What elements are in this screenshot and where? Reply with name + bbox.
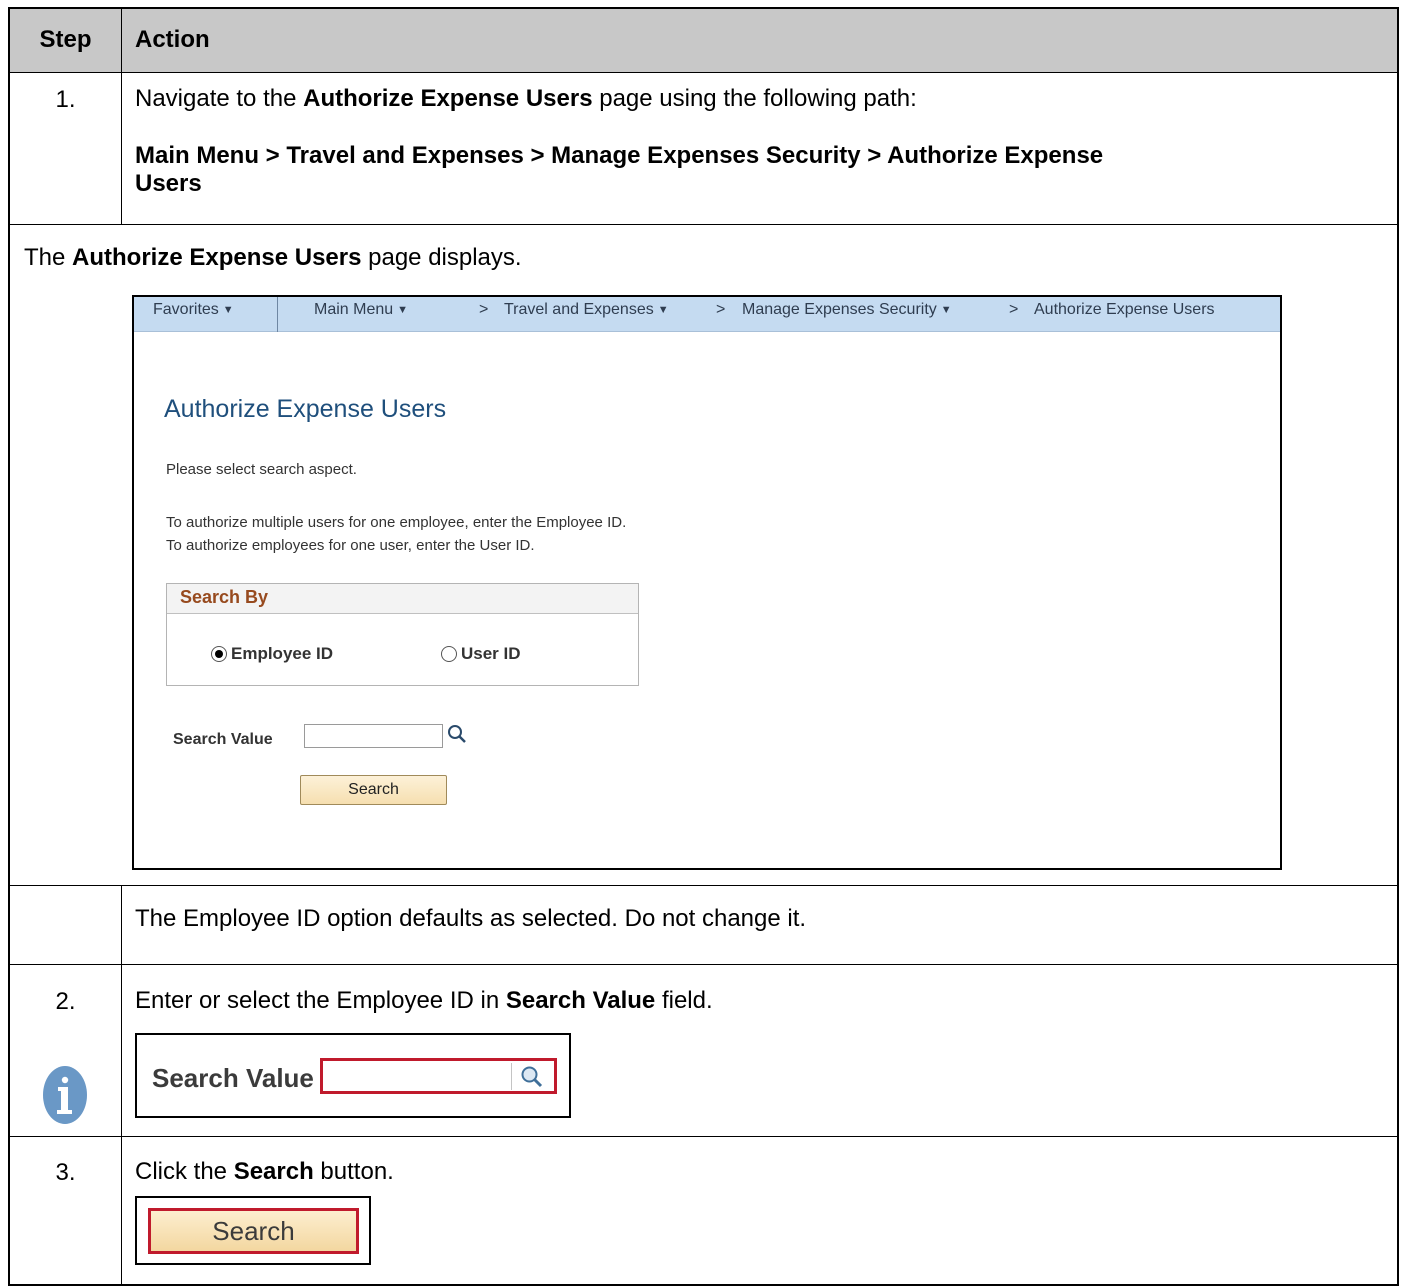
instruction-bold: Search [233, 1158, 314, 1185]
instruction-text: Click the [135, 1158, 234, 1185]
caption-bold: Authorize Expense Users [72, 244, 362, 271]
breadcrumb-main-menu[interactable]: Main Menu ▼ [314, 301, 408, 319]
divider [10, 964, 1397, 965]
help-text: To authorize multiple users for one empl… [166, 514, 627, 531]
step-number: 3. [55, 1159, 76, 1186]
instruction-text: field. [655, 987, 713, 1014]
divider [10, 72, 1397, 73]
help-text: To authorize employees for one user, ent… [166, 537, 535, 554]
chevron-down-icon: ▼ [397, 304, 409, 316]
search-value-snippet: Search Value [135, 1033, 571, 1118]
path-line: Main Menu > Travel and Expenses > Manage… [135, 142, 1104, 169]
header-action: Action [135, 26, 210, 53]
authorize-expense-users-screenshot: Favorites ▼ Main Menu ▼ > Travel and Expen… [132, 295, 1282, 870]
step-instruction: Navigate to the Authorize Expense Users … [135, 85, 917, 113]
chevron-down-icon: ▼ [222, 304, 234, 316]
note-text: The Employee ID option defaults as selec… [135, 905, 807, 932]
search-button[interactable]: Search [300, 775, 447, 805]
header-step: Step [39, 26, 92, 53]
divider [10, 885, 1397, 886]
info-icon [43, 1066, 87, 1124]
search-value-label: Search Value [173, 731, 273, 748]
breadcrumb-separator: > [716, 301, 726, 318]
breadcrumb-separator: > [479, 301, 489, 318]
group-title: Search By [180, 587, 269, 607]
breadcrumb-favorites[interactable]: Favorites ▼ [153, 301, 234, 319]
divider [10, 224, 1397, 225]
search-button-highlight[interactable]: Search [148, 1208, 359, 1254]
breadcrumb-expenses-security[interactable]: Manage Expenses Security ▼ [742, 301, 952, 319]
divider [511, 1063, 512, 1090]
breadcrumb-separator: > [1009, 301, 1019, 318]
step-instruction: Click the Search button. [135, 1158, 394, 1186]
caption-text: page displays. [361, 244, 522, 271]
search-value-input[interactable] [304, 724, 443, 748]
instruction-bold: Authorize Expense Users [303, 85, 593, 112]
search-value-field-highlight[interactable] [320, 1058, 557, 1094]
caption-text: The [24, 244, 73, 271]
user-id-label: User ID [461, 644, 521, 663]
step-instruction: Enter or select the Employee ID in Searc… [135, 987, 713, 1015]
column-divider [121, 885, 122, 1286]
group-header: Search By [167, 584, 638, 614]
step-number: 1. [55, 86, 76, 113]
employee-id-label: Employee ID [231, 644, 334, 663]
column-divider [121, 9, 122, 224]
search-value-label: Search Value [152, 1063, 314, 1093]
lookup-icon[interactable] [519, 1064, 545, 1090]
divider [10, 1136, 1397, 1137]
breadcrumb-current: Authorize Expense Users [1034, 301, 1215, 318]
breadcrumb-travel-expenses[interactable]: Travel and Expenses ▼ [504, 301, 669, 319]
search-by-group: Search By Employee ID User ID [166, 583, 639, 686]
instruction-bold: Search Value [505, 987, 656, 1014]
procedure-table: Step Action 1. Navigate to the Authorize… [8, 7, 1399, 1286]
chevron-down-icon: ▼ [940, 304, 952, 316]
navigation-path: Main Menu > Travel and Expenses > Manage… [135, 142, 1103, 198]
instruction-text: page using the following path: [592, 85, 917, 112]
step-number: 2. [55, 988, 76, 1015]
caption: The Authorize Expense Users page display… [24, 244, 522, 272]
page-title: Authorize Expense Users [164, 395, 447, 423]
chevron-down-icon: ▼ [657, 304, 669, 316]
lookup-icon[interactable] [446, 723, 468, 745]
instruction-text: button. [313, 1158, 394, 1185]
breadcrumb-divider [277, 297, 278, 332]
employee-id-radio[interactable] [211, 646, 227, 662]
instruction-text: Navigate to the [135, 85, 304, 112]
breadcrumb: Favorites ▼ Main Menu ▼ > Travel and Expen… [134, 297, 1280, 332]
instruction-text: Please select search aspect. [166, 461, 357, 478]
user-id-radio[interactable] [441, 646, 457, 662]
instruction-text: Enter or select the Employee ID in [135, 987, 506, 1014]
search-button-snippet: Search [135, 1196, 371, 1265]
table-header [10, 9, 1397, 72]
path-line: Users [135, 170, 202, 197]
